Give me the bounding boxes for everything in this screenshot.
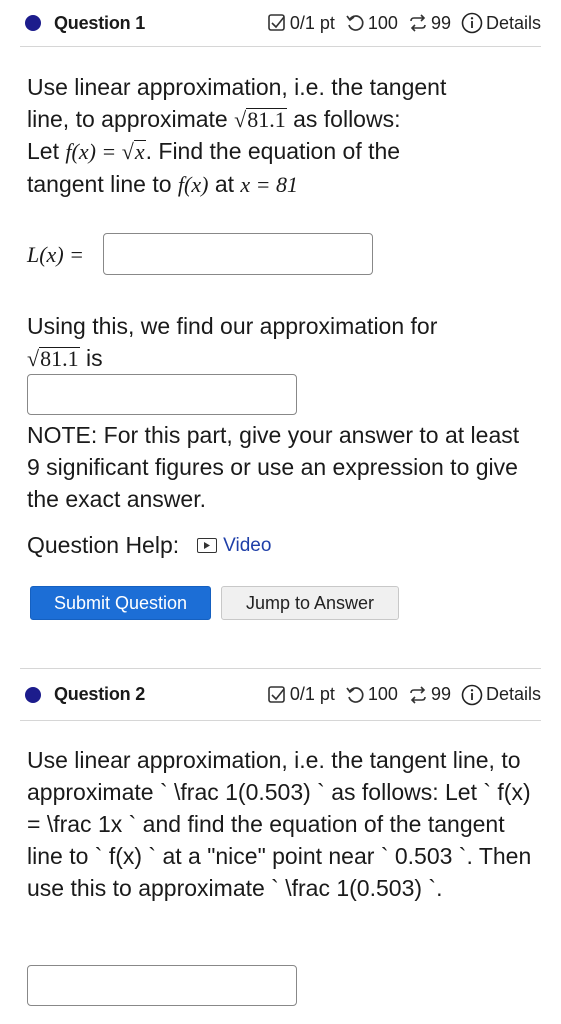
question-meta: 0/1 pt 100 99 Details (267, 12, 541, 34)
question-status-dot (25, 686, 41, 703)
help-label: Question Help: (27, 532, 180, 558)
info-icon (461, 684, 483, 705)
question-status-dot (25, 15, 41, 31)
retries-group: 100 (345, 684, 398, 705)
details-link[interactable]: Details (461, 684, 541, 706)
sqrt-expression: √ 81.1 (27, 346, 80, 371)
retries-group: 100 (345, 13, 398, 34)
details-link[interactable]: Details (461, 12, 541, 34)
info-icon (461, 12, 483, 34)
tangent-line-input[interactable] (103, 233, 373, 275)
retries-text: 100 (367, 684, 398, 704)
sqrt-x: x (133, 139, 146, 164)
question-help: Question Help: Video (27, 532, 271, 559)
prompt-line: √ 81.1 is (27, 342, 527, 374)
submit-question-button[interactable]: Submit Question (30, 586, 211, 620)
sqrt-x-expression: √ x (121, 139, 146, 164)
prompt-line: tangent line to f(x) at x = 81 (27, 168, 527, 201)
video-icon (197, 538, 218, 553)
prompt-text: tangent line to (27, 171, 178, 197)
question-title: Question 2 (54, 684, 146, 704)
prompt-text: at (208, 171, 241, 197)
retries-text: 100 (367, 12, 398, 33)
question-title: Question 1 (54, 12, 146, 33)
question-1-header: Question 1 0/1 pt 100 99 Details (20, 0, 541, 47)
prompt-text: is (79, 345, 103, 371)
score-group: 0/1 pt (267, 13, 335, 34)
video-link[interactable]: Video (197, 535, 271, 557)
question-meta: 0/1 pt 100 99 Details (267, 684, 541, 706)
jump-to-answer-button[interactable]: Jump to Answer (221, 586, 399, 620)
score-group: 0/1 pt (267, 684, 335, 705)
attempts-text: 99 (430, 12, 451, 33)
repeat-icon (410, 685, 426, 704)
math-equals: = (95, 139, 122, 164)
sqrt-argument: 81.1 (246, 107, 287, 132)
question-2-prompt: Use linear approximation, i.e. the tange… (27, 747, 532, 901)
note-text: NOTE: For this part, give your answer to… (27, 422, 520, 512)
undo-icon (346, 686, 364, 703)
math-fx: f(x) (65, 139, 96, 164)
math-fx: f(x) (177, 172, 209, 197)
question-2-answer-input[interactable] (27, 965, 297, 1006)
prompt-text: Let (27, 138, 66, 164)
attempts-group: 99 (408, 13, 451, 34)
prompt-line: Using this, we find our approximation fo… (27, 313, 438, 339)
details-label: Details (485, 12, 541, 33)
checkbox-icon (268, 14, 285, 31)
sqrt-expression: √ 81.1 (234, 107, 287, 132)
question-2-header: Question 2 0/1 pt 100 99 Details (20, 668, 541, 721)
score-text: 0/1 pt (289, 12, 335, 33)
prompt-line: Use linear approximation, i.e. the tange… (27, 74, 447, 100)
prompt-line: Let f(x) = √ x. Find the equation of the (27, 135, 527, 168)
prompt-text: line, to approximate (27, 106, 235, 132)
prompt-text: . Find the equation of the (145, 138, 401, 164)
question-1-prompt: Use linear approximation, i.e. the tange… (27, 71, 527, 201)
details-label: Details (485, 684, 541, 704)
undo-icon (346, 15, 364, 31)
video-label: Video (223, 534, 272, 556)
repeat-icon (410, 14, 426, 32)
prompt-line: line, to approximate √ 81.1 as follows: (27, 103, 527, 135)
attempts-text: 99 (430, 684, 451, 704)
sqrt-argument: 81.1 (39, 346, 80, 371)
math-x-eq: x = 81 (240, 172, 299, 197)
approximation-prompt: Using this, we find our approximation fo… (27, 310, 527, 374)
prompt-text: as follows: (286, 106, 401, 132)
checkbox-icon (268, 685, 285, 703)
approximation-input[interactable] (27, 374, 297, 415)
lx-label: L(x) = (27, 242, 84, 267)
score-text: 0/1 pt (289, 684, 335, 704)
attempts-group: 99 (408, 684, 451, 705)
